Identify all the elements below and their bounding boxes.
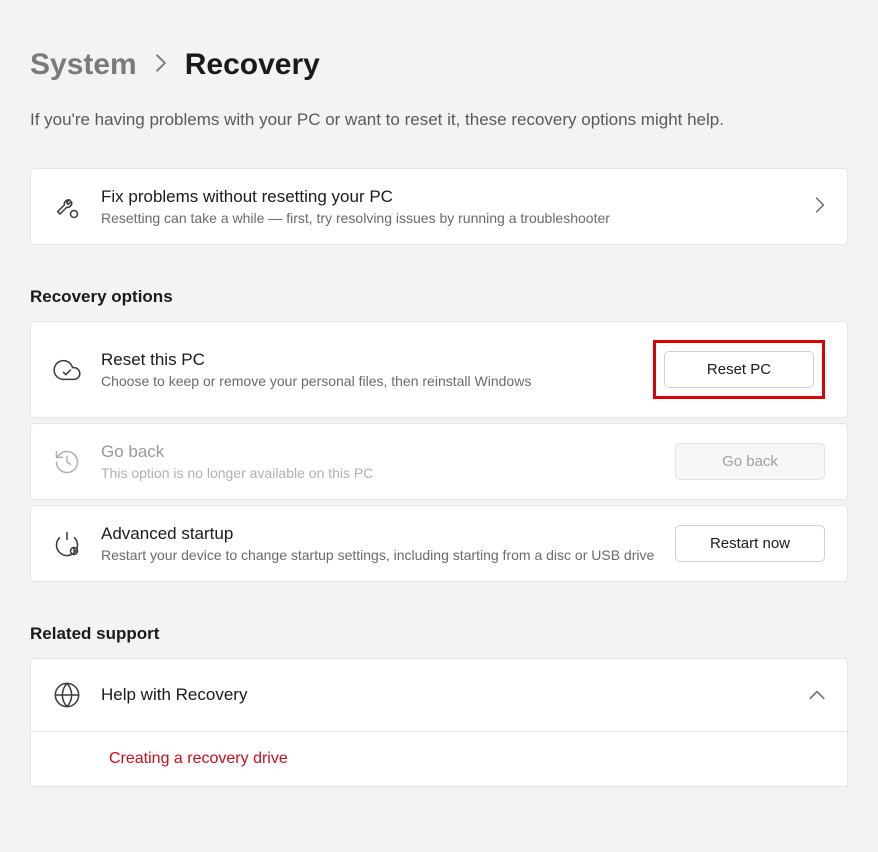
card-title: Advanced startup: [101, 524, 655, 544]
recovery-drive-link[interactable]: Creating a recovery drive: [109, 750, 288, 767]
related-support-heading: Related support: [0, 582, 878, 658]
reset-pc-highlight: Reset PC: [653, 340, 825, 399]
reset-pc-button[interactable]: Reset PC: [664, 351, 814, 388]
history-icon: [53, 448, 81, 476]
help-sub-card: Creating a recovery drive: [30, 732, 848, 787]
card-action: Go back: [675, 443, 825, 480]
wrench-icon: [53, 193, 81, 221]
card-title: Help with Recovery: [101, 685, 789, 705]
card-subtitle: Choose to keep or remove your personal f…: [101, 373, 633, 389]
card-title: Reset this PC: [101, 350, 633, 370]
card-title: Fix problems without resetting your PC: [101, 187, 795, 207]
card-body: Reset this PC Choose to keep or remove y…: [101, 350, 633, 389]
chevron-right-icon: [815, 197, 825, 216]
globe-icon: [53, 681, 81, 709]
card-action: Restart now: [675, 525, 825, 562]
card-body: Advanced startup Restart your device to …: [101, 524, 655, 563]
card-body: Fix problems without resetting your PC R…: [101, 187, 795, 226]
breadcrumb-parent[interactable]: System: [30, 48, 137, 82]
card-subtitle: Restart your device to change startup se…: [101, 547, 655, 563]
card-subtitle: This option is no longer available on th…: [101, 465, 655, 481]
reset-pc-card: Reset this PC Choose to keep or remove y…: [30, 321, 848, 418]
power-gear-icon: [53, 530, 81, 558]
advanced-startup-card: Advanced startup Restart your device to …: [30, 505, 848, 582]
chevron-right-icon: [155, 54, 167, 77]
cloud-reset-icon: [53, 356, 81, 384]
go-back-button: Go back: [675, 443, 825, 480]
restart-now-button[interactable]: Restart now: [675, 525, 825, 562]
card-body: Go back This option is no longer availab…: [101, 442, 655, 481]
breadcrumb: System Recovery: [0, 0, 878, 82]
recovery-options-heading: Recovery options: [0, 245, 878, 321]
go-back-card: Go back This option is no longer availab…: [30, 423, 848, 500]
fix-problems-card[interactable]: Fix problems without resetting your PC R…: [30, 168, 848, 245]
page-description: If you're having problems with your PC o…: [0, 82, 878, 130]
card-subtitle: Resetting can take a while — first, try …: [101, 210, 795, 226]
card-title: Go back: [101, 442, 655, 462]
help-recovery-card[interactable]: Help with Recovery: [30, 658, 848, 732]
chevron-up-icon: [809, 687, 825, 703]
breadcrumb-current: Recovery: [185, 48, 320, 82]
